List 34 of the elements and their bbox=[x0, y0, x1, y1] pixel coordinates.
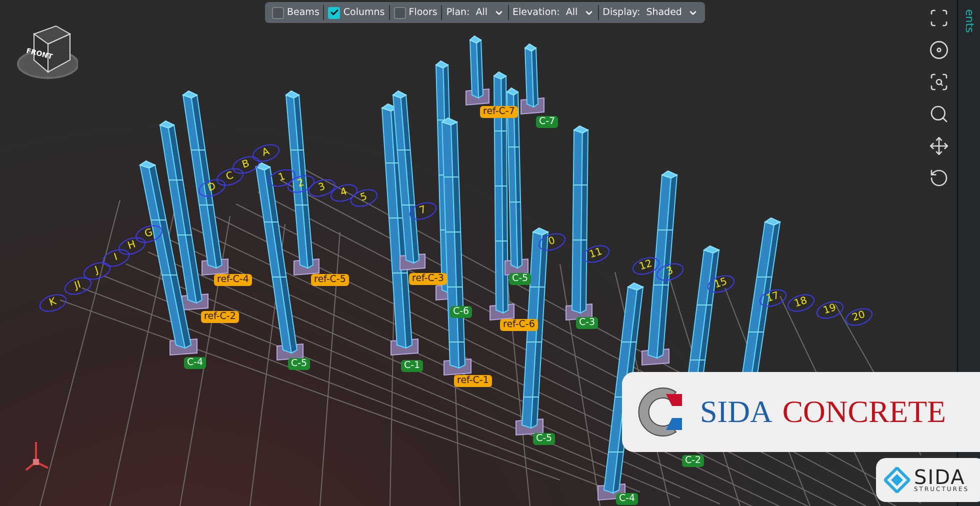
column-tag: C-4 bbox=[184, 357, 206, 369]
column-tag: C-4 bbox=[616, 493, 638, 505]
brand-name: SIDA bbox=[700, 394, 772, 430]
filter-dropdown[interactable]: Display: Shaded bbox=[598, 5, 702, 20]
company-name: SIDA bbox=[914, 467, 966, 487]
column-tag: C-3 bbox=[576, 317, 598, 329]
column-tag: ref-C-4 bbox=[214, 274, 252, 286]
product-name: CONCRETE bbox=[782, 394, 946, 430]
column-tag: C-1 bbox=[401, 360, 424, 372]
checkbox[interactable] bbox=[394, 6, 406, 18]
column-tag: ref-C-6 bbox=[500, 319, 538, 331]
filter-dropdown[interactable]: Elevation: All bbox=[508, 5, 599, 20]
orbit-icon[interactable] bbox=[927, 38, 951, 62]
column-tag: ref-C-5 bbox=[311, 274, 349, 286]
check-icon bbox=[330, 8, 339, 17]
filter-label[interactable]: Columns bbox=[343, 7, 385, 18]
column-tag: C-5 bbox=[288, 358, 310, 370]
filter-label[interactable]: Floors bbox=[408, 7, 438, 18]
move-icon[interactable] bbox=[927, 134, 951, 158]
column-tag: ref-C-7 bbox=[480, 106, 518, 118]
checkbox[interactable] bbox=[272, 6, 284, 18]
column-tag: C-5 bbox=[533, 433, 556, 445]
panel-title[interactable]: ents bbox=[962, 9, 976, 33]
column-tag: C-5 bbox=[509, 273, 532, 285]
column-tag: C-6 bbox=[450, 306, 472, 318]
checkbox[interactable] bbox=[328, 6, 340, 18]
diamond-logo-icon bbox=[884, 467, 910, 493]
column-tag: ref-C-3 bbox=[409, 273, 447, 285]
filter-label[interactable]: Beams bbox=[287, 7, 320, 18]
column-tag: ref-C-2 bbox=[201, 311, 239, 323]
column-tag: C-7 bbox=[536, 116, 558, 128]
filter-dropdown[interactable]: Plan: All bbox=[442, 5, 509, 20]
column-tag: ref-C-1 bbox=[454, 375, 492, 387]
column-tag: C-2 bbox=[682, 455, 704, 467]
